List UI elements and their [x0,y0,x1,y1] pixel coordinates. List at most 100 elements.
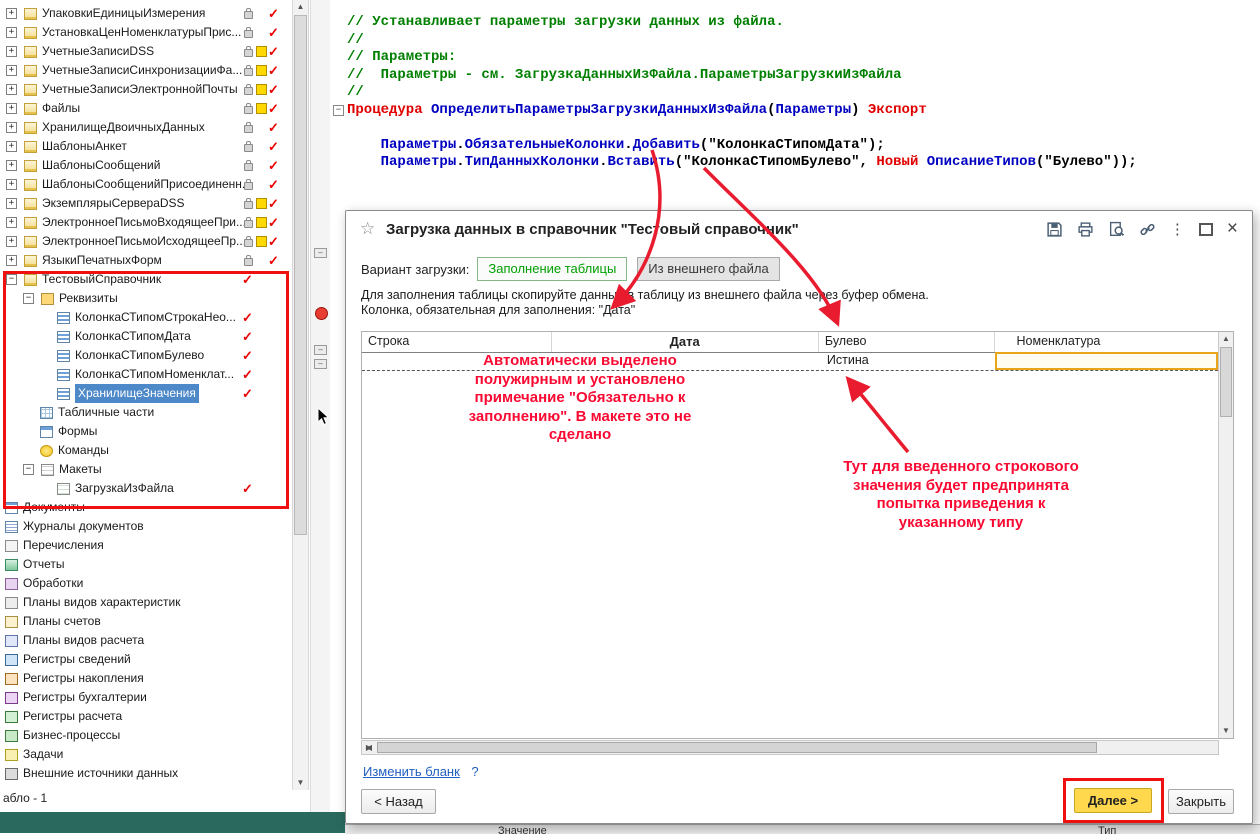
expand-icon[interactable]: + [6,160,17,171]
tree-item[interactable]: +ЯзыкиПечатныхФорм✓ [0,251,292,270]
back-button[interactable]: < Назад [361,789,436,814]
column-header-bulevo[interactable]: Булево [819,332,995,352]
tree-item[interactable]: +УчетныеЗаписиDSS✓ [0,42,292,61]
variant-external-file-button[interactable]: Из внешнего файла [637,257,779,281]
expand-icon[interactable]: + [6,103,17,114]
tree-item[interactable]: КолонкаСТипомБулево✓ [0,346,292,365]
tree-item[interactable]: Внешние источники данных [0,764,292,783]
tree-item[interactable]: +УстановкаЦенНоменклатурыПрис...✓ [0,23,292,42]
tree-item[interactable]: Планы видов характеристик [0,593,292,612]
tree-item[interactable]: Перечисления [0,536,292,555]
tree-scrollbar[interactable]: ▲ ▼ [292,0,309,790]
collapse-icon[interactable]: − [6,274,17,285]
print-icon[interactable] [1077,221,1094,238]
tree-item[interactable]: −Реквизиты [0,289,292,308]
scroll-up-icon[interactable]: ▲ [1219,332,1233,346]
expand-icon[interactable]: + [6,217,17,228]
tree-item[interactable]: Обработки [0,574,292,593]
scroll-right-icon[interactable]: ▶ [362,741,376,754]
scroll-down-icon[interactable]: ▼ [293,776,308,790]
tree-item[interactable]: −Макеты [0,460,292,479]
tree-item[interactable]: Команды [0,441,292,460]
expand-icon[interactable]: + [6,46,17,57]
tree-item[interactable]: Регистры бухгалтерии [0,688,292,707]
scrollbar-thumb[interactable] [294,15,307,535]
expand-icon[interactable]: + [6,84,17,95]
tree-item[interactable]: +ШаблоныСообщенийПрисоединенн...✓ [0,175,292,194]
tree-item[interactable]: +УчетныеЗаписиСинхронизацииФа...✓ [0,61,292,80]
splitter-button[interactable]: ‒ [314,359,327,369]
tree-item[interactable]: +ЭлектронноеПисьмоИсходящееПр...✓ [0,232,292,251]
tree-item[interactable]: +УпаковкиЕдиницыИзмерения✓ [0,4,292,23]
more-menu-icon[interactable]: ⋮ [1170,221,1185,238]
tree-item[interactable]: Планы видов расчета [0,631,292,650]
tree-item[interactable]: КолонкаСТипомДата✓ [0,327,292,346]
breakpoint-icon[interactable] [315,307,328,320]
column-header-data[interactable]: Дата [552,332,819,352]
column-header-nomenklatura[interactable]: Номенклатура [995,332,1219,352]
expand-icon[interactable]: + [6,198,17,209]
tree-item[interactable]: Регистры накопления [0,669,292,688]
tree-item[interactable]: +ЭлектронноеПисьмоВходящееПри...✓ [0,213,292,232]
tree-item[interactable]: +ХранилищеДвоичныхДанных✓ [0,118,292,137]
close-icon[interactable]: × [1227,221,1238,237]
variant-fill-table-button[interactable]: Заполнение таблицы [477,257,627,281]
expand-icon[interactable]: + [6,27,17,38]
tree-item[interactable]: Табличные части [0,403,292,422]
code-editor[interactable]: // Устанавливает параметры загрузки данн… [331,0,1260,210]
collapse-icon[interactable]: − [23,293,34,304]
expand-icon[interactable]: + [6,141,17,152]
tree-item[interactable]: Планы счетов [0,612,292,631]
table-horizontal-scrollbar[interactable]: ◀ ▶ [361,740,1219,755]
cell-stroka[interactable] [362,352,552,370]
maximize-icon[interactable] [1199,223,1213,236]
scrollbar-thumb[interactable] [377,742,1097,753]
tree-item[interactable]: −ТестовыйСправочник✓ [0,270,292,289]
expand-icon[interactable]: + [6,8,17,19]
tree-item[interactable]: ЗагрузкаИзФайла✓ [0,479,292,498]
tree-item[interactable]: +ШаблоныАнкет✓ [0,137,292,156]
cell-data[interactable] [552,352,819,370]
splitter-button[interactable]: ‒ [314,345,327,355]
tree-item[interactable]: Регистры сведений [0,650,292,669]
tree-item[interactable]: +Файлы✓ [0,99,292,118]
expand-icon[interactable]: + [6,122,17,133]
tree-item[interactable]: Отчеты [0,555,292,574]
expand-icon[interactable]: + [6,179,17,190]
save-icon[interactable] [1046,221,1063,238]
tree-item[interactable]: +УчетныеЗаписиЭлектроннойПочты✓ [0,80,292,99]
collapse-icon[interactable]: − [23,464,34,475]
close-button[interactable]: Закрыть [1168,789,1234,814]
favorite-star-icon[interactable]: ☆ [360,219,375,239]
expand-icon[interactable]: + [6,255,17,266]
tree-item[interactable]: КолонкаСТипомСтрокаНео...✓ [0,308,292,327]
help-icon[interactable]: ? [471,764,478,779]
scroll-up-icon[interactable]: ▲ [293,0,308,14]
edit-blank-link[interactable]: Изменить бланк [363,764,460,779]
active-cell-nomenklatura[interactable] [995,352,1218,370]
tree-item[interactable]: +ЭкземплярыСервераDSS✓ [0,194,292,213]
calcplan-icon [5,635,18,647]
scrollbar-thumb[interactable] [1220,347,1232,417]
collapse-icon[interactable]: − [333,105,344,116]
expand-icon[interactable]: + [6,65,17,76]
link-icon[interactable] [1139,221,1156,238]
find-icon[interactable] [1108,221,1125,238]
tree-item[interactable]: ХранилищеЗначения✓ [0,384,292,403]
table-vertical-scrollbar[interactable]: ▲ ▼ [1218,332,1233,738]
tree-item[interactable]: +ШаблоныСообщений✓ [0,156,292,175]
splitter-button[interactable]: ‒ [314,248,327,258]
tree-item-label: ХранилищеДвоичныхДанных [42,118,205,137]
tree-item[interactable]: Бизнес-процессы [0,726,292,745]
tree-item[interactable]: КолонкаСТипомНоменклат...✓ [0,365,292,384]
tree-item[interactable]: Журналы документов [0,517,292,536]
scroll-down-icon[interactable]: ▼ [1219,724,1233,738]
tree-item[interactable]: Регистры расчета [0,707,292,726]
cell-bulevo[interactable]: Истина [819,352,995,370]
tree-item[interactable]: Задачи [0,745,292,764]
tree-item[interactable]: Документы [0,498,292,517]
tree-item[interactable]: Формы [0,422,292,441]
expand-icon[interactable]: + [6,236,17,247]
column-header-stroka[interactable]: Строка [362,332,552,352]
next-button[interactable]: Далее > [1074,788,1152,813]
